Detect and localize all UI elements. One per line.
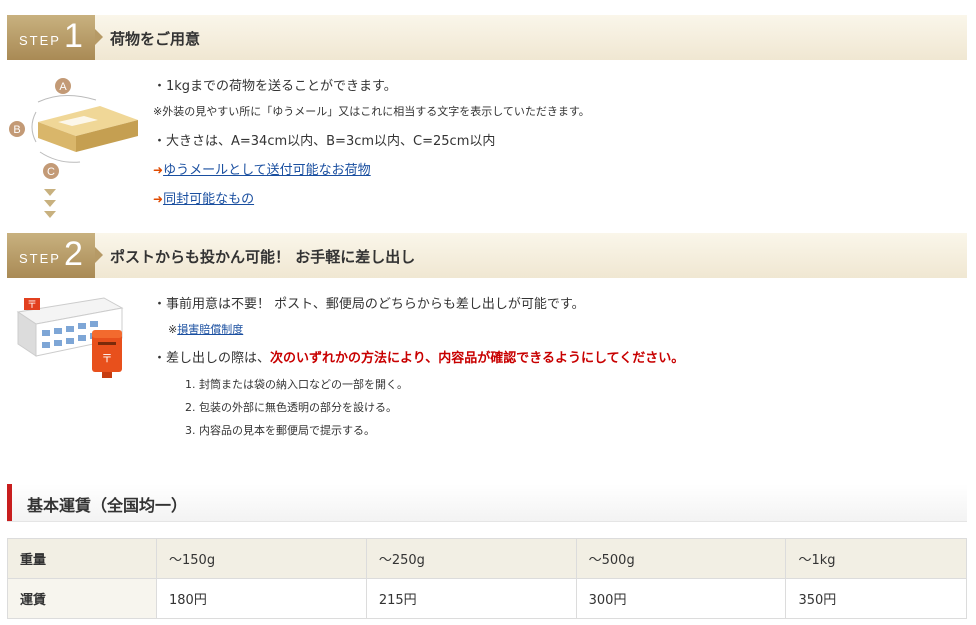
table-cell: ～500g: [575, 538, 787, 579]
link-sendable-items[interactable]: ゆうメールとして送付可能なお荷物: [163, 163, 371, 178]
step1-header: STEP 1 荷物をご用意: [7, 15, 967, 60]
table-cell: 350円: [785, 578, 967, 619]
table-cell: 重量: [7, 538, 157, 579]
note-prefix: ※: [168, 323, 178, 336]
section-accent-bar: [7, 484, 12, 521]
rates-section-header: 基本運賃（全国均一）: [7, 484, 967, 522]
label-a: A: [59, 81, 67, 93]
table-cell: 215円: [365, 578, 577, 619]
step1-bullet-weight: ・1kgまでの荷物を送ることができます。: [153, 79, 397, 94]
step1-title: 荷物をご用意: [110, 30, 201, 48]
step2-note: ※損害賠償制度: [168, 321, 243, 337]
arrow-right-icon: ➜: [153, 192, 164, 206]
table-row: 運賃 180円 215円 300円 350円: [7, 578, 967, 619]
step1-link-row-2: ➜同封可能なもの: [153, 188, 254, 207]
step2-title: ポストからも投かん可能！ お手軽に差し出し: [110, 248, 416, 266]
package-illustration: A B C: [9, 78, 138, 218]
step2-number: 2: [64, 235, 83, 273]
table-row: 重量 ～150g ～250g ～500g ～1kg: [7, 538, 967, 579]
step1-badge: STEP 1: [7, 15, 103, 60]
table-cell: ～1kg: [785, 538, 967, 579]
step1-note: ※外装の見やすい所に「ゆうメール」又はこれに相当する文字を表示していただきます。: [153, 105, 590, 118]
step2-badge: STEP 2: [7, 233, 103, 278]
table-cell: 180円: [156, 578, 367, 619]
step2-bullet-dispatch: ・差し出しの際は、次のいずれかの方法により、内容品が確認できるようにしてください…: [153, 347, 684, 366]
table-cell: 運賃: [7, 578, 157, 619]
dispatch-prefix: ・差し出しの際は、: [153, 351, 271, 366]
label-b: B: [13, 124, 20, 136]
method-2: 2. 包装の外部に無色透明の部分を設ける。: [185, 401, 397, 414]
table-cell: 300円: [575, 578, 787, 619]
link-damage-compensation[interactable]: 損害賠償制度: [177, 323, 243, 336]
arrow-right-icon: ➜: [153, 163, 164, 177]
step1-word: STEP: [19, 33, 61, 48]
step2-header: STEP 2 ポストからも投かん可能！ お手軽に差し出し: [7, 233, 967, 278]
table-cell: ～150g: [156, 538, 367, 579]
link-enclosable-items[interactable]: 同封可能なもの: [163, 192, 254, 207]
svg-text:〒: 〒: [27, 300, 37, 311]
step1-bullet-size: ・大きさは、A=34cm以内、B=3cm以内、C=25cm以内: [153, 134, 496, 149]
svg-text:〒: 〒: [102, 352, 113, 365]
rates-table: 重量 ～150g ～250g ～500g ～1kg 運賃 180円 215円 3…: [7, 538, 967, 619]
step1-number: 1: [64, 17, 83, 55]
step2-bullet-no-prep: ・事前用意は不要！ ポスト、郵便局のどちらからも差し出しが可能です。: [153, 297, 585, 312]
rates-title: 基本運賃（全国均一）: [27, 496, 188, 515]
method-3: 3. 内容品の見本を郵便局で提示する。: [185, 424, 375, 437]
step1-link-row-1: ➜ゆうメールとして送付可能なお荷物: [153, 159, 371, 178]
step2-word: STEP: [19, 251, 61, 266]
table-cell: ～250g: [365, 538, 577, 579]
dispatch-emphasis: 次のいずれかの方法により、内容品が確認できるようにしてください。: [270, 351, 685, 366]
post-office-icon: 〒 〒: [16, 297, 124, 378]
label-c: C: [47, 166, 55, 178]
method-1: 1. 封筒または袋の納入口などの一部を開く。: [185, 378, 408, 391]
